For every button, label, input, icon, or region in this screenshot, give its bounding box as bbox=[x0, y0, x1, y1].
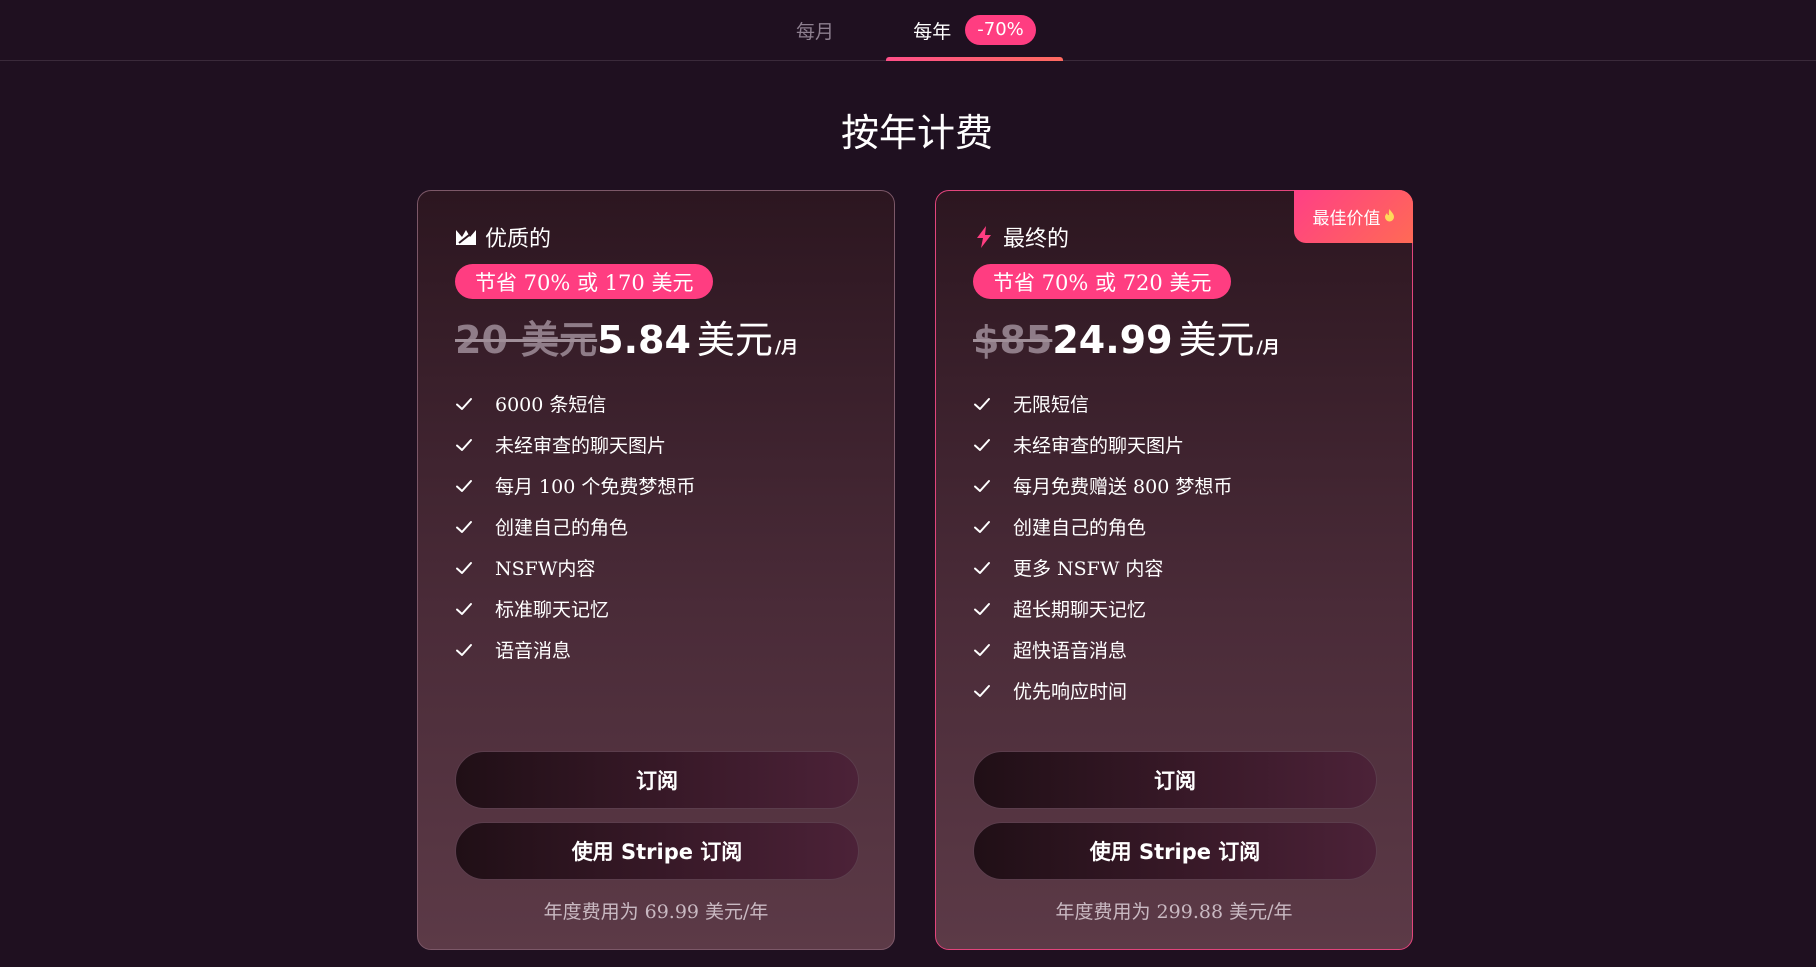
feature-text: 优先响应时间 bbox=[1013, 681, 1128, 703]
plan-card-ultimate: 最佳价值 最终的 节省 70% 或 720 美元 $85 24.99 美元 /月… bbox=[935, 190, 1413, 950]
list-item: 未经审查的聊天图片 bbox=[455, 424, 695, 465]
price-row: $85 24.99 美元 /月 bbox=[973, 309, 1280, 364]
best-value-badge: 最佳价值 bbox=[1294, 190, 1413, 243]
list-item: 每月 100 个免费梦想币 bbox=[455, 465, 695, 506]
stripe-subscribe-button[interactable]: 使用 Stripe 订阅 bbox=[973, 822, 1377, 880]
check-icon bbox=[455, 395, 473, 413]
list-item: 创建自己的角色 bbox=[973, 506, 1232, 547]
stripe-subscribe-button[interactable]: 使用 Stripe 订阅 bbox=[455, 822, 859, 880]
feature-text: 语音消息 bbox=[495, 640, 572, 662]
feature-text: 无限短信 bbox=[1013, 394, 1090, 416]
check-icon bbox=[455, 436, 473, 454]
feature-text: 超长期聊天记忆 bbox=[1013, 599, 1147, 621]
plan-name: 优质的 bbox=[485, 227, 552, 252]
discounted-price: 5.84 bbox=[597, 318, 691, 362]
billing-period-tabs: 每月 每年 -70% bbox=[0, 0, 1816, 61]
plan-name: 最终的 bbox=[1003, 227, 1070, 252]
check-icon bbox=[973, 477, 991, 495]
plan-header: 优质的 bbox=[455, 221, 551, 253]
subscribe-button[interactable]: 订阅 bbox=[973, 751, 1377, 809]
tab-yearly[interactable]: 每年 -70% bbox=[886, 0, 1063, 61]
subscribe-button[interactable]: 订阅 bbox=[455, 751, 859, 809]
list-item: 创建自己的角色 bbox=[455, 506, 695, 547]
check-icon bbox=[455, 559, 473, 577]
check-icon bbox=[973, 436, 991, 454]
check-icon bbox=[455, 641, 473, 659]
check-icon bbox=[455, 600, 473, 618]
check-icon bbox=[973, 559, 991, 577]
feature-text: NSFW内容 bbox=[495, 558, 596, 580]
feature-text: 创建自己的角色 bbox=[495, 517, 629, 539]
price-currency: 美元 bbox=[1178, 318, 1255, 362]
check-icon bbox=[455, 477, 473, 495]
list-item: 无限短信 bbox=[973, 383, 1232, 424]
check-icon bbox=[973, 641, 991, 659]
feature-text: 未经审查的聊天图片 bbox=[495, 435, 667, 457]
check-icon bbox=[973, 600, 991, 618]
feature-text: 标准聊天记忆 bbox=[495, 599, 610, 621]
plan-header: 最终的 bbox=[973, 221, 1069, 253]
feature-text: 未经审查的聊天图片 bbox=[1013, 435, 1185, 457]
check-icon bbox=[973, 518, 991, 536]
savings-badge: 节省 70% 或 170 美元 bbox=[455, 264, 714, 299]
savings-badge: 节省 70% 或 720 美元 bbox=[973, 264, 1232, 299]
list-item: 未经审查的聊天图片 bbox=[973, 424, 1232, 465]
feature-text: 创建自己的角色 bbox=[1013, 517, 1147, 539]
check-icon bbox=[973, 682, 991, 700]
list-item: 超快语音消息 bbox=[973, 629, 1232, 670]
feature-text: 每月 100 个免费梦想币 bbox=[495, 476, 696, 498]
fire-icon bbox=[1384, 207, 1395, 227]
page-title: 按年计费 bbox=[840, 111, 993, 155]
list-item: 优先响应时间 bbox=[973, 670, 1232, 711]
best-value-label: 最佳价值 bbox=[1312, 209, 1381, 229]
tab-monthly-label: 每月 bbox=[795, 20, 834, 43]
feature-text: 每月免费赠送 800 梦想币 bbox=[1013, 476, 1233, 498]
original-price: $85 bbox=[973, 318, 1053, 362]
list-item: 更多 NSFW 内容 bbox=[973, 547, 1232, 588]
tab-monthly[interactable]: 每月 bbox=[760, 0, 870, 60]
feature-text: 更多 NSFW 内容 bbox=[1013, 558, 1164, 580]
list-item: 6000 条短信 bbox=[455, 383, 695, 424]
list-item: 超长期聊天记忆 bbox=[973, 588, 1232, 629]
feature-text: 超快语音消息 bbox=[1013, 640, 1128, 662]
annual-price-note: 年度费用为 299.88 美元/年 bbox=[1055, 901, 1293, 923]
feature-text: 6000 条短信 bbox=[495, 394, 607, 416]
crown-icon bbox=[455, 226, 477, 248]
yearly-discount-badge: -70% bbox=[965, 15, 1036, 45]
price-period: /月 bbox=[774, 338, 799, 358]
feature-list: 无限短信 未经审查的聊天图片 每月免费赠送 800 梦想币 创建自己的角色 更多… bbox=[973, 383, 1232, 711]
original-price: 20 美元 bbox=[455, 318, 598, 362]
tab-yearly-label: 每年 bbox=[913, 20, 952, 43]
list-item: 语音消息 bbox=[455, 629, 695, 670]
feature-list: 6000 条短信 未经审查的聊天图片 每月 100 个免费梦想币 创建自己的角色… bbox=[455, 383, 695, 670]
list-item: NSFW内容 bbox=[455, 547, 695, 588]
price-currency: 美元 bbox=[696, 318, 773, 362]
lightning-icon bbox=[973, 226, 995, 248]
price-row: 20 美元 5.84 美元 /月 bbox=[455, 309, 798, 364]
annual-price-note: 年度费用为 69.99 美元/年 bbox=[543, 901, 769, 923]
check-icon bbox=[455, 518, 473, 536]
price-period: /月 bbox=[1256, 338, 1280, 358]
check-icon bbox=[973, 395, 991, 413]
plan-card-premium: 优质的 节省 70% 或 170 美元 20 美元 5.84 美元 /月 600… bbox=[417, 190, 895, 950]
list-item: 每月免费赠送 800 梦想币 bbox=[973, 465, 1232, 506]
list-item: 标准聊天记忆 bbox=[455, 588, 695, 629]
discounted-price: 24.99 bbox=[1052, 318, 1173, 362]
